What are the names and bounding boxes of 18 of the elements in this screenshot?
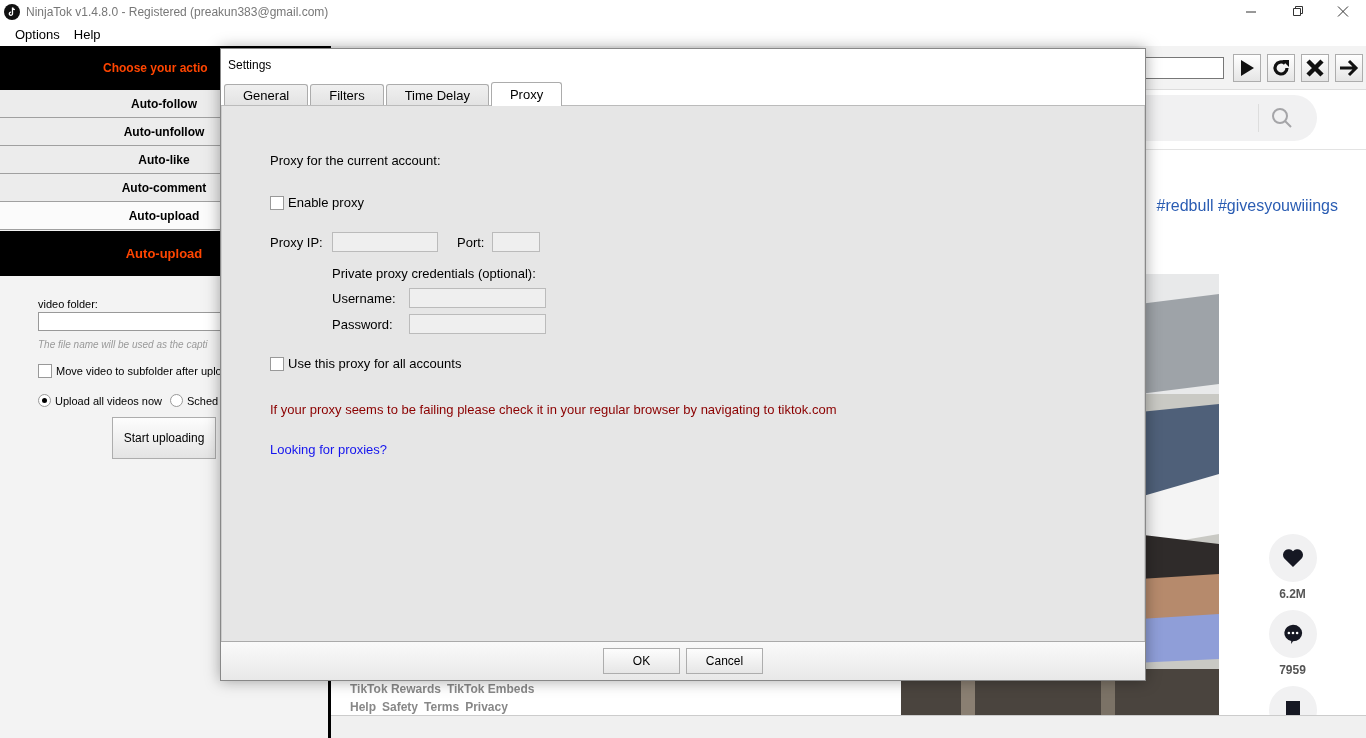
- field-label: Password:: [332, 316, 394, 332]
- credentials-label: Private proxy credentials (optional):: [332, 266, 537, 281]
- radio-label: Sched: [187, 394, 219, 407]
- window-title: NinjaTok v1.4.8.0 - Registered (preakun383@gmail.com): [26, 4, 330, 19]
- dialog-title: Settings: [228, 57, 272, 72]
- field-label: video folder:: [38, 298, 99, 310]
- count-label: 7959: [1279, 663, 1306, 677]
- checkbox-label: Use this proxy for all accounts: [288, 356, 462, 371]
- radio-label: Upload all videos now: [55, 394, 162, 407]
- panel-header: Choose your actio: [103, 61, 208, 75]
- warning-text: If your proxy seems to be failing please check it in your regular browser by navigating to tiktok.com: [270, 402, 838, 417]
- field-label: Proxy IP:: [270, 234, 324, 250]
- count-label: 6.2M: [1279, 587, 1306, 601]
- field-label: Username:: [332, 290, 397, 306]
- hint-text: The file name will be used as the capti: [38, 339, 209, 350]
- field-label: Port:: [457, 234, 486, 250]
- section-title: Auto-upload: [125, 246, 203, 261]
- video-caption: #redbull #givesyouwiiings: [1156, 197, 1338, 214]
